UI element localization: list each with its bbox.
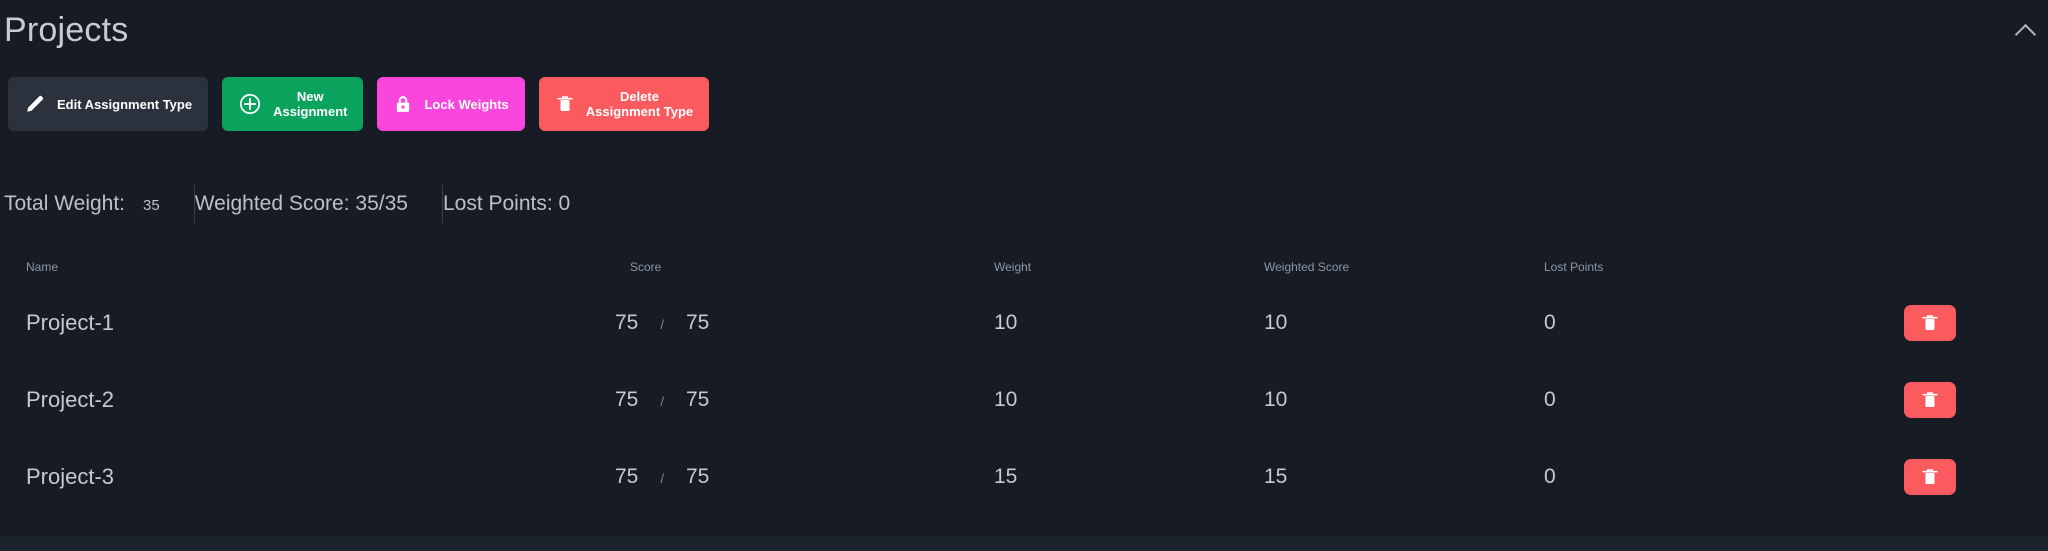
cell-score: 75 / 75	[585, 388, 978, 412]
cell-weight: 10	[978, 388, 1248, 412]
toolbar-button-edit[interactable]: Edit Assignment Type	[8, 77, 209, 131]
trash-icon	[1920, 312, 1940, 334]
cell-name: Project-2	[26, 386, 115, 412]
score-separator: /	[660, 316, 664, 332]
cell-weighted-score: 15	[1248, 465, 1528, 489]
cell-score: 75 / 75	[585, 311, 978, 335]
toolbar-button-label: New Assignment	[273, 89, 348, 119]
page-title: Projects	[4, 11, 129, 49]
cell-lost-points-value: 0	[1544, 387, 1556, 411]
column-header-name: Name	[26, 260, 59, 274]
cell-lost-points: 0	[1528, 388, 1808, 412]
chevron-up-icon	[2014, 23, 2036, 46]
toolbar-button-label: Delete Assignment Type	[585, 89, 694, 119]
toolbar-button-lock[interactable]: Lock Weights	[377, 77, 525, 131]
stat-weighted-score: Weighted Score: 35/35	[194, 192, 408, 215]
delete-row-button[interactable]	[1904, 304, 1956, 341]
score-max-value[interactable]: 75	[686, 465, 709, 489]
cell-weight: 10	[978, 311, 1248, 335]
summary-stats: Total Weight: 35 Weighted Score: 35/35 L…	[4, 185, 604, 223]
cell-actions	[1808, 381, 2048, 418]
score-max-value[interactable]: 75	[686, 388, 709, 412]
score-value[interactable]: 75	[615, 388, 638, 412]
table-row: Project-2 75 / 75 10 10 0	[0, 361, 2048, 438]
column-header-weighted-score: Weighted Score	[1264, 260, 1350, 274]
cell-lost-points-value: 0	[1544, 310, 1556, 334]
assignments-table: Name Score Weight Weighted Score Lost Po…	[0, 250, 2048, 515]
score-value[interactable]: 75	[615, 311, 638, 335]
score-separator: /	[660, 470, 664, 486]
delete-row-button[interactable]	[1904, 458, 1956, 495]
cell-actions	[1808, 304, 2048, 341]
cell-weighted-score: 10	[1248, 388, 1528, 412]
cell-score: 75 / 75	[585, 465, 978, 489]
column-header-score: Score	[630, 260, 662, 274]
lock-icon	[393, 93, 413, 115]
column-header-weight: Weight	[994, 260, 1032, 274]
trash-icon	[555, 93, 575, 115]
plus-circle-icon	[238, 92, 262, 116]
cell-weighted-score: 10	[1248, 311, 1528, 335]
score-value[interactable]: 75	[615, 465, 638, 489]
cell-weighted-score-value: 10	[1264, 310, 1288, 334]
cell-lost-points: 0	[1528, 311, 1808, 335]
cell-weighted-score-value: 15	[1264, 464, 1288, 488]
stat-total-weight: Total Weight: 35	[4, 192, 194, 216]
stat-lost-points: Lost Points: 0	[442, 192, 571, 215]
pencil-icon	[24, 93, 46, 115]
cell-weight-value: 15	[994, 464, 1018, 488]
total-weight-value: 35	[143, 197, 160, 214]
table-header-row: Name Score Weight Weighted Score Lost Po…	[0, 250, 2048, 284]
table-row: Project-1 75 / 75 10 10 0	[0, 284, 2048, 361]
column-header-lost-points: Lost Points	[1544, 260, 1604, 274]
table-row: Project-3 75 / 75 15 15 0	[0, 438, 2048, 515]
cell-name: Project-3	[26, 463, 115, 489]
cell-lost-points: 0	[1528, 465, 1808, 489]
score-max-value[interactable]: 75	[686, 311, 709, 335]
collapse-panel-button[interactable]	[2010, 18, 2040, 46]
projects-panel: Projects Edit Assignment Type New Assignm…	[0, 0, 2048, 551]
cell-weight-value: 10	[994, 387, 1018, 411]
toolbar-button-label: Lock Weights	[424, 96, 509, 112]
toolbar-button-label: Edit Assignment Type	[57, 96, 193, 112]
trash-icon	[1920, 466, 1940, 488]
score-separator: /	[660, 393, 664, 409]
cell-actions	[1808, 458, 2048, 495]
action-toolbar: Edit Assignment Type New Assignment Lock W…	[8, 77, 710, 131]
trash-icon	[1920, 389, 1940, 411]
delete-row-button[interactable]	[1904, 381, 1956, 418]
panel-bottom-edge	[0, 536, 2048, 551]
cell-weight-value: 10	[994, 310, 1018, 334]
cell-weight: 15	[978, 465, 1248, 489]
toolbar-button-delete[interactable]: Delete Assignment Type	[538, 77, 710, 131]
toolbar-button-new[interactable]: New Assignment	[222, 77, 364, 131]
cell-name: Project-1	[26, 309, 115, 335]
cell-lost-points-value: 0	[1544, 464, 1556, 488]
total-weight-label: Total Weight:	[4, 192, 126, 215]
cell-weighted-score-value: 10	[1264, 387, 1288, 411]
